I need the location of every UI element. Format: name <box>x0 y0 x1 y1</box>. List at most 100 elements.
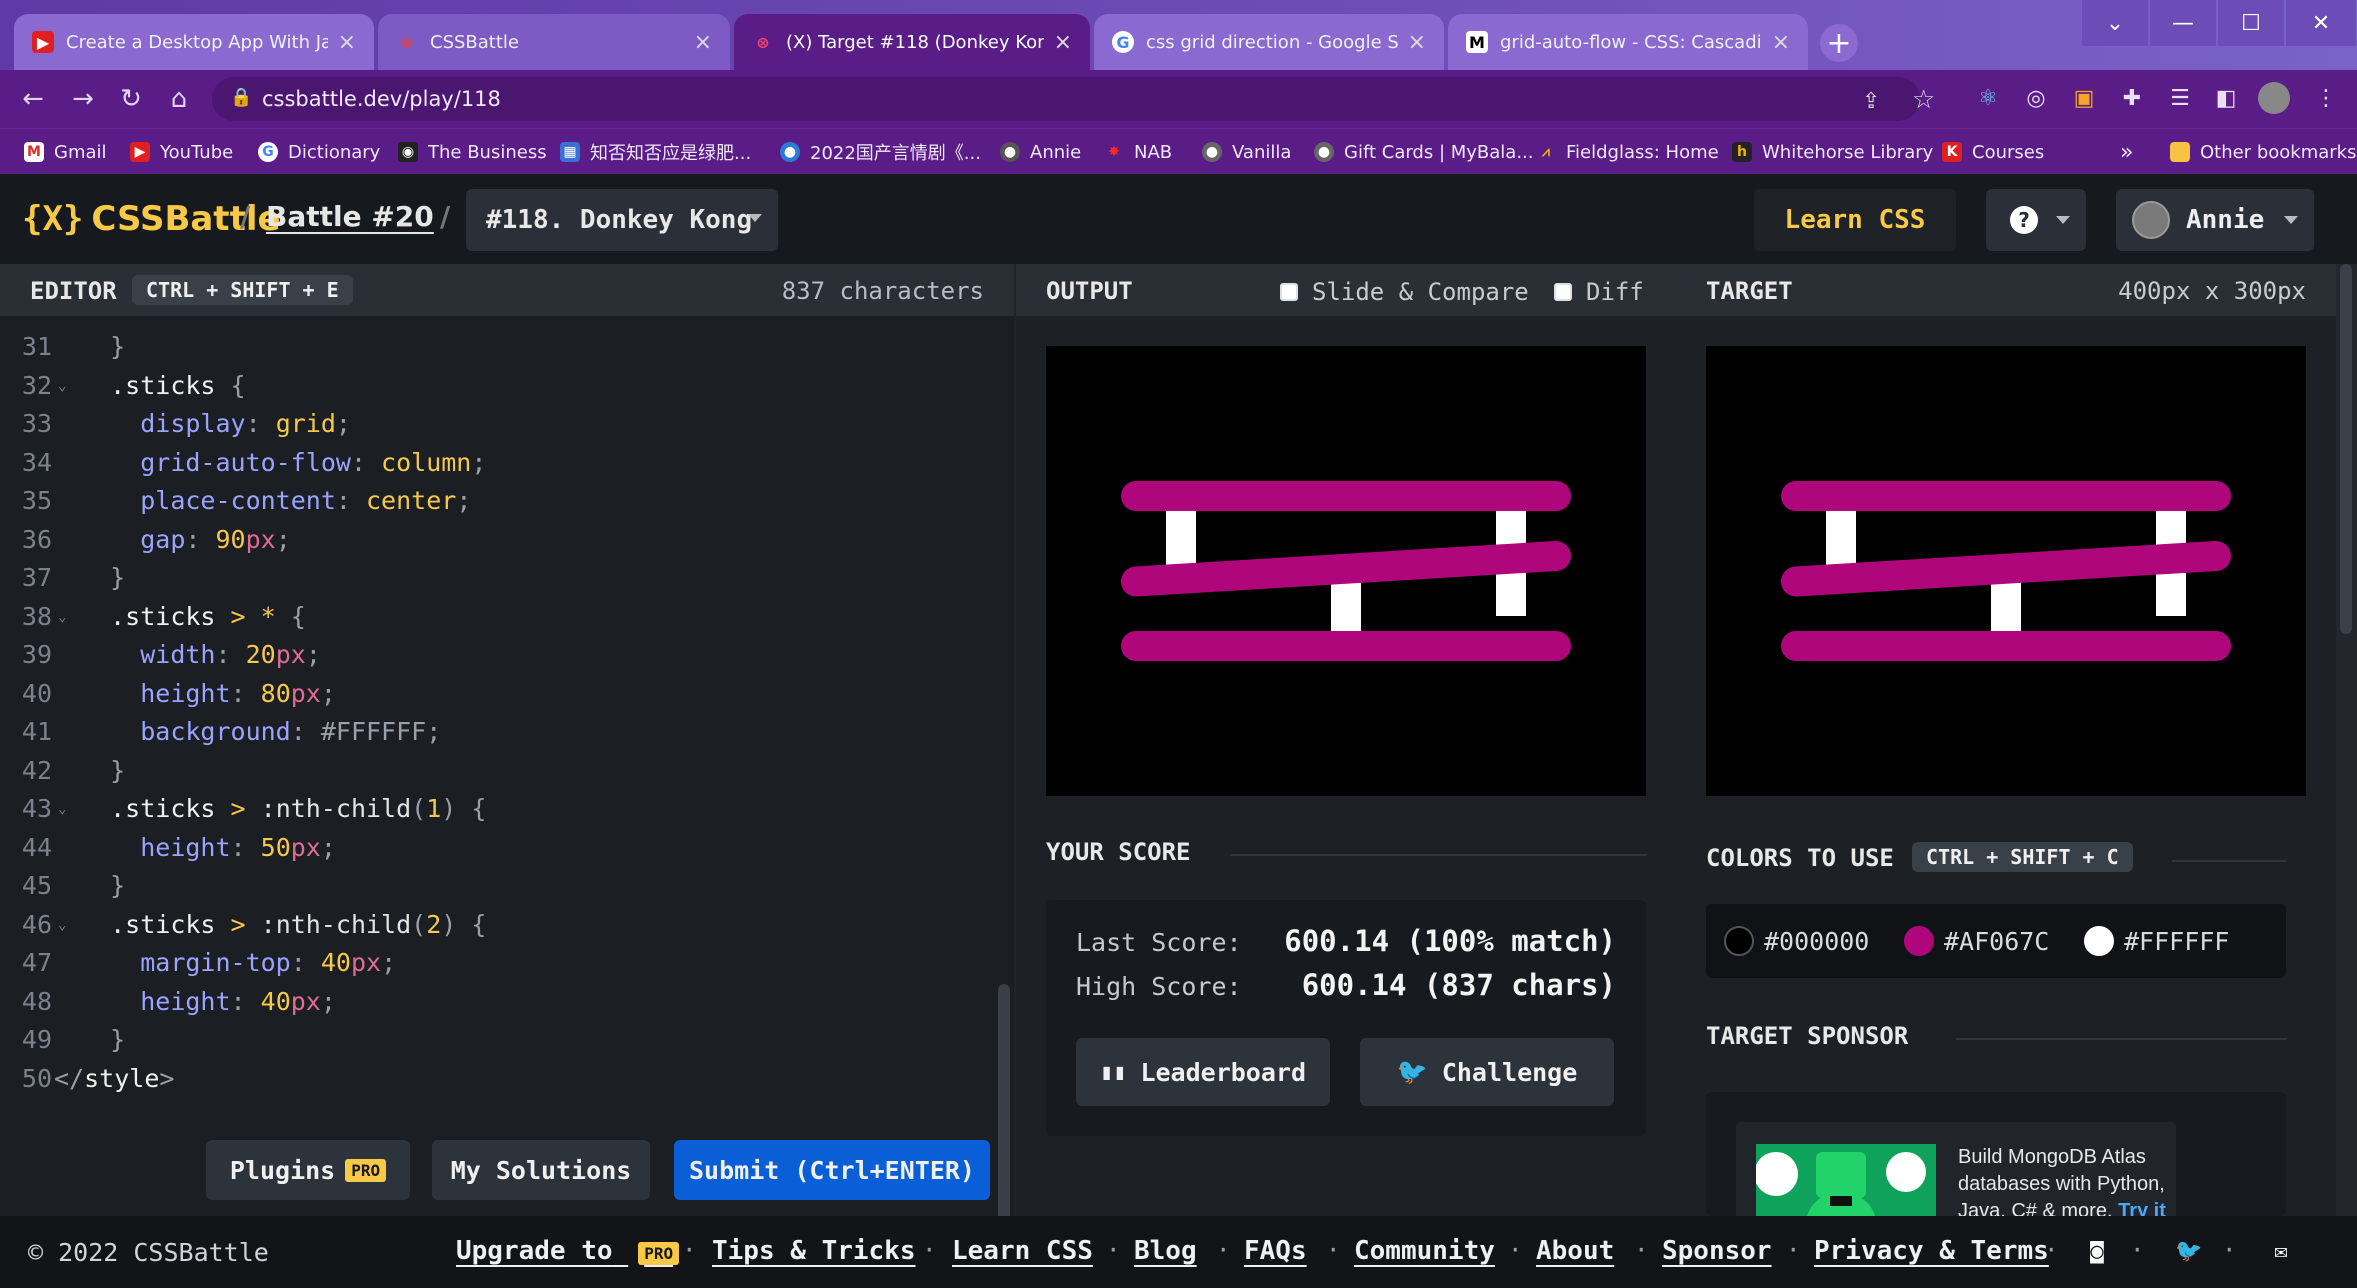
code-line[interactable]: 32 ⌄ .sticks { <box>0 367 1000 405</box>
color-swatch[interactable]: #000000 <box>1724 926 1869 956</box>
code-line[interactable]: 50 </style> <box>0 1060 1000 1098</box>
code-line[interactable]: 35 place-content: center; <box>0 482 1000 520</box>
bookmark-dictionary[interactable]: G Dictionary <box>258 137 380 167</box>
code-line[interactable]: 43 ⌄ .sticks > :nth-child(1) { <box>0 790 1000 828</box>
bookmark-gmail[interactable]: M Gmail <box>24 137 107 167</box>
code-line[interactable]: 46 ⌄ .sticks > :nth-child(2) { <box>0 906 1000 944</box>
browser-tab[interactable]: ⊗ CSSBattle × <box>378 14 730 70</box>
code-line[interactable]: 41 background: #FFFFFF; <box>0 713 1000 751</box>
tab-search-icon[interactable]: ⌄ <box>2082 0 2148 46</box>
code-line[interactable]: 33 display: grid; <box>0 405 1000 443</box>
maximize-icon[interactable]: ☐ <box>2218 0 2284 46</box>
browser-tab-active[interactable]: ⊗ (X) Target #118 (Donkey Kong) - CSS × <box>734 14 1090 70</box>
bookmark-fieldglass[interactable]: ⩘ Fieldglass: Home <box>1536 137 1719 167</box>
code-line[interactable]: 37 } <box>0 559 1000 597</box>
footer-link-privacy[interactable]: Privacy & Terms <box>1814 1236 2049 1266</box>
sponsor-ad[interactable]: Build MongoDB Atlas databases with Pytho… <box>1736 1122 2176 1216</box>
code-line[interactable]: 48 height: 40px; <box>0 983 1000 1021</box>
plugins-button[interactable]: Plugins PRO <box>206 1140 410 1200</box>
bookmark-courses[interactable]: K Courses <box>1942 137 2044 167</box>
checkbox[interactable] <box>1554 283 1572 301</box>
footer-link-community[interactable]: Community <box>1354 1236 1495 1266</box>
extension-target-icon[interactable]: ◎ <box>2020 82 2052 114</box>
footer-link-sponsor[interactable]: Sponsor <box>1662 1236 1772 1266</box>
scrollbar-thumb[interactable] <box>2340 264 2352 634</box>
bookmark-library[interactable]: h Whitehorse Library <box>1732 137 1933 167</box>
other-bookmarks[interactable]: Other bookmarks <box>2170 137 2356 167</box>
target-canvas[interactable] <box>1706 346 2306 796</box>
close-tab-icon[interactable]: × <box>1408 30 1426 55</box>
browser-tab[interactable]: G css grid direction - Google Searc × <box>1094 14 1444 70</box>
email-icon[interactable]: ✉ <box>2268 1238 2294 1264</box>
react-devtools-icon[interactable]: ⚛ <box>1972 82 2004 114</box>
checkbox[interactable] <box>1280 283 1298 301</box>
code-line[interactable]: 38 ⌄ .sticks > * { <box>0 598 1000 636</box>
close-tab-icon[interactable]: × <box>1772 30 1790 55</box>
bookmark-drama[interactable]: ● 2022国产言情剧《... <box>780 137 981 167</box>
forward-icon[interactable]: → <box>66 82 100 116</box>
share-icon[interactable]: ⇪ <box>1862 89 1880 114</box>
color-swatch[interactable]: #FFFFFF <box>2084 926 2229 956</box>
bookmark-annie[interactable]: ● Annie <box>1000 137 1081 167</box>
profile-avatar-icon[interactable] <box>2258 82 2290 114</box>
code-line[interactable]: 42 } <box>0 752 1000 790</box>
code-line[interactable]: 36 gap: 90px; <box>0 521 1000 559</box>
color-swatch[interactable]: #AF067C <box>1904 926 2049 956</box>
close-window-icon[interactable]: ✕ <box>2286 0 2356 46</box>
minimize-icon[interactable]: — <box>2150 0 2216 46</box>
footer-link-learn-css[interactable]: Learn CSS <box>952 1236 1093 1266</box>
close-tab-icon[interactable]: × <box>694 30 712 55</box>
bookmark-nab[interactable]: ✸ NAB <box>1104 137 1172 167</box>
sponsor-link[interactable]: Try it <box>2118 1200 2166 1216</box>
home-icon[interactable]: ⌂ <box>162 82 196 116</box>
discord-icon[interactable]: ◙ <box>2084 1238 2110 1264</box>
diff-toggle[interactable]: Diff <box>1554 278 1644 306</box>
browser-tab[interactable]: M grid-auto-flow - CSS: Cascading × <box>1448 14 1808 70</box>
code-line[interactable]: 44 height: 50px; <box>0 829 1000 867</box>
footer-link-about[interactable]: About <box>1536 1236 1614 1266</box>
user-menu[interactable]: Annie <box>2116 189 2314 251</box>
target-dropdown[interactable]: #118. Donkey Kong <box>466 189 778 251</box>
bookmark-the-business[interactable]: ◉ The Business <box>398 137 547 167</box>
fold-chevron-icon[interactable]: ⌄ <box>58 790 66 828</box>
slide-compare-toggle[interactable]: Slide & Compare <box>1280 278 1529 306</box>
my-solutions-button[interactable]: My Solutions <box>432 1140 650 1200</box>
code-line[interactable]: 47 margin-top: 40px; <box>0 944 1000 982</box>
sidebar-icon[interactable]: ◧ <box>2210 82 2242 114</box>
bookmark-star-icon[interactable]: ☆ <box>1912 85 1935 115</box>
bookmark-gift-cards[interactable]: ● Gift Cards | MyBala... <box>1314 137 1534 167</box>
code-line[interactable]: 45 } <box>0 867 1000 905</box>
leaderboard-button[interactable]: ▮▮ Leaderboard <box>1076 1038 1330 1106</box>
bookmark-vanilla[interactable]: ● Vanilla <box>1202 137 1291 167</box>
twitter-icon[interactable]: 🐦 <box>2175 1238 2202 1264</box>
reload-icon[interactable]: ↻ <box>114 82 148 116</box>
help-dropdown[interactable]: ? <box>1986 189 2086 251</box>
footer-link-faqs[interactable]: FAQs <box>1244 1236 1307 1266</box>
bookmark-zhifou[interactable]: ▦ 知否知否应是绿肥... <box>560 137 751 167</box>
fold-chevron-icon[interactable]: ⌄ <box>58 598 66 636</box>
close-tab-icon[interactable]: × <box>338 30 356 55</box>
page-scrollbar[interactable] <box>2336 264 2357 1216</box>
fold-chevron-icon[interactable]: ⌄ <box>58 367 66 405</box>
extensions-puzzle-icon[interactable]: ✚ <box>2116 82 2148 114</box>
bookmarks-overflow[interactable]: » <box>2120 137 2133 167</box>
url-field[interactable]: 🔒 cssbattle.dev/play/118 ⇪ ☆ <box>212 77 1935 121</box>
code-line[interactable]: 39 width: 20px; <box>0 636 1000 674</box>
challenge-button[interactable]: 🐦 Challenge <box>1360 1038 1614 1106</box>
output-canvas[interactable] <box>1046 346 1646 796</box>
media-queue-icon[interactable]: ☰ <box>2164 82 2196 114</box>
learn-css-button[interactable]: Learn CSS <box>1754 189 1956 251</box>
close-tab-icon[interactable]: × <box>1054 30 1072 55</box>
battle-link[interactable]: Battle #20 <box>266 200 434 233</box>
code-line[interactable]: 49 } <box>0 1021 1000 1059</box>
code-line[interactable]: 31 } <box>0 328 1000 366</box>
code-line[interactable]: 34 grid-auto-flow: column; <box>0 444 1000 482</box>
footer-link-tips[interactable]: Tips & Tricks <box>712 1236 916 1266</box>
bookmark-youtube[interactable]: ▶ YouTube <box>130 137 233 167</box>
upgrade-link[interactable]: Upgrade to PRO <box>456 1236 680 1266</box>
extension-palette-icon[interactable]: ▣ <box>2068 82 2100 114</box>
back-icon[interactable]: ← <box>16 82 50 116</box>
browser-menu-icon[interactable]: ⋮ <box>2310 82 2342 114</box>
footer-link-blog[interactable]: Blog <box>1134 1236 1197 1266</box>
submit-button[interactable]: Submit (Ctrl+ENTER) <box>674 1140 990 1200</box>
